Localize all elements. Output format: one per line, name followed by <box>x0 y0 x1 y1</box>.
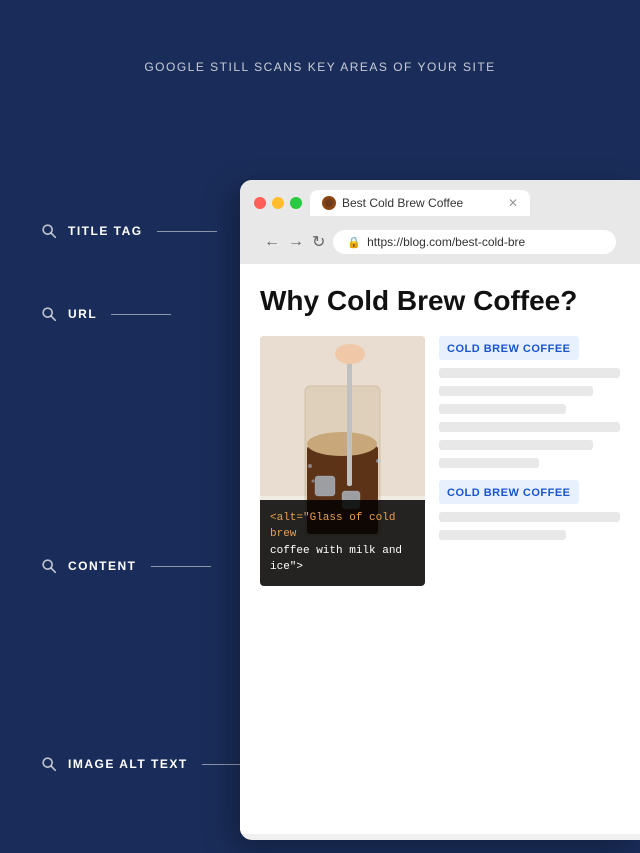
cold-brew-badge-1: COLD BREW COFFEE <box>439 336 579 360</box>
search-icon-content <box>40 557 58 575</box>
content-line-el <box>151 566 211 567</box>
label-title-tag: TITLE TAG <box>40 222 217 240</box>
cold-brew-tag-1-row: COLD BREW COFFEE <box>439 336 620 360</box>
content-area: <alt="Glass of cold brew coffee with mil… <box>260 336 620 586</box>
browser-tab[interactable]: Best Cold Brew Coffee ✕ <box>310 190 530 216</box>
content-line-3 <box>439 404 566 414</box>
alt-tag-value: coffee with milk and ice"> <box>270 545 402 574</box>
forward-button[interactable]: → <box>288 233 304 251</box>
lock-icon: 🔒 <box>347 236 361 249</box>
browser-chrome: Best Cold Brew Coffee ✕ ← → ↻ 🔒 https://… <box>240 180 640 264</box>
back-button[interactable]: ← <box>264 233 280 251</box>
traffic-lights <box>254 197 302 209</box>
coffee-image: <alt="Glass of cold brew coffee with mil… <box>260 336 425 586</box>
search-icon <box>40 222 58 240</box>
search-icon-url <box>40 305 58 323</box>
content-line-5 <box>439 440 593 450</box>
url-label: URL <box>68 307 97 321</box>
content-line-1 <box>439 368 620 378</box>
content-line-7 <box>439 512 620 522</box>
traffic-light-green[interactable] <box>290 197 302 209</box>
label-url: URL <box>40 305 171 323</box>
traffic-light-red[interactable] <box>254 197 266 209</box>
cold-brew-badge-2: COLD BREW COFFEE <box>439 480 579 504</box>
content-line-6 <box>439 458 539 468</box>
alt-tag-code: <alt="Glass of cold brew <box>270 512 395 541</box>
address-bar: ← → ↻ 🔒 https://blog.com/best-cold-bre <box>254 224 626 264</box>
browser-window: Best Cold Brew Coffee ✕ ← → ↻ 🔒 https://… <box>240 180 640 840</box>
right-content: COLD BREW COFFEE COLD BREW COFFEE <box>439 336 620 586</box>
cold-brew-label-1: COLD BREW COFFEE <box>447 343 571 355</box>
traffic-light-yellow[interactable] <box>272 197 284 209</box>
alt-text-label: IMAGE ALT TEXT <box>68 757 188 771</box>
search-icon-alt <box>40 755 58 773</box>
title-tag-line <box>157 231 217 232</box>
label-content: CONTENT <box>40 557 211 575</box>
tab-favicon <box>322 196 336 210</box>
tab-title: Best Cold Brew Coffee <box>342 196 502 210</box>
content-line-8 <box>439 530 566 540</box>
refresh-button[interactable]: ↻ <box>312 232 325 252</box>
content-label: CONTENT <box>68 559 137 573</box>
content-line-2 <box>439 386 593 396</box>
title-tag-label: TITLE TAG <box>68 224 143 238</box>
coffee-favicon-icon <box>324 198 334 208</box>
cold-brew-tag-2-row: COLD BREW COFFEE <box>439 480 620 504</box>
page-heading: Why Cold Brew Coffee? <box>260 284 620 318</box>
url-text: https://blog.com/best-cold-bre <box>367 235 525 249</box>
url-line <box>111 314 171 315</box>
tab-close-button[interactable]: ✕ <box>508 196 518 210</box>
address-input[interactable]: 🔒 https://blog.com/best-cold-bre <box>333 230 616 254</box>
label-image-alt-text: IMAGE ALT TEXT <box>40 755 262 773</box>
page-headline: GOOGLE STILL SCANS KEY AREAS OF YOUR SIT… <box>0 0 640 74</box>
tab-bar: Best Cold Brew Coffee ✕ <box>254 190 626 216</box>
alt-text-overlay: <alt="Glass of cold brew coffee with mil… <box>260 500 425 586</box>
browser-content: Why Cold Brew Coffee? <box>240 264 640 834</box>
cold-brew-label-2: COLD BREW COFFEE <box>447 487 571 499</box>
content-line-4 <box>439 422 620 432</box>
